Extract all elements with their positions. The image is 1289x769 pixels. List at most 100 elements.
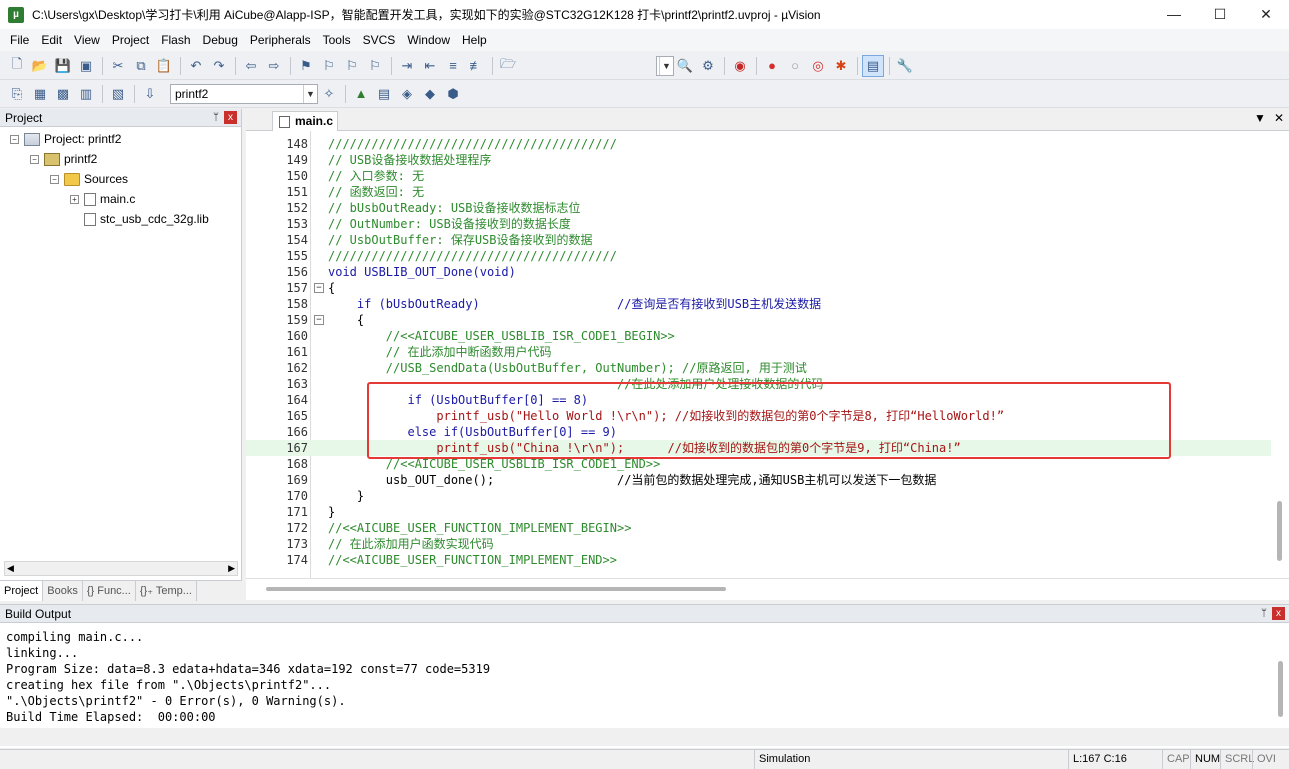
target-select[interactable]: printf2 ▼ [170,83,318,104]
clear-bookmarks-icon[interactable]: ⚐ [364,55,386,77]
disable-all-breakpoints-icon[interactable]: ◎ [807,55,829,77]
unindent-icon[interactable]: ⇤ [419,55,441,77]
collapse-icon[interactable]: − [30,154,39,164]
tree-item-label: stc_usb_cdc_32g.lib [100,212,209,226]
find-icon[interactable]: 🔍 [674,55,696,77]
menu-window[interactable]: Window [401,29,456,51]
scrollbar-thumb[interactable] [266,587,726,591]
code-line: 160 //<<AICUBE_USER_USBLIB_ISR_CODE1_BEG… [246,328,1286,344]
copy-icon[interactable]: ⧉ [130,55,152,77]
close-window-button[interactable]: ✕ [1243,0,1289,29]
find-in-files-icon[interactable]: 🗁 [497,55,519,77]
batch-build-icon[interactable]: ▥ [75,83,97,105]
next-bookmark-icon[interactable]: ⚐ [341,55,363,77]
navigate-forward-icon[interactable]: ⇨ [263,55,285,77]
tab-main-c[interactable]: main.c [272,111,338,131]
collapse-icon[interactable]: − [10,134,19,144]
tree-item-lib[interactable]: stc_usb_cdc_32g.lib [84,209,209,229]
project-hscrollbar[interactable]: ◀ ▶ [4,561,238,576]
editor-hscrollbar[interactable] [246,578,1289,600]
editor-vscrollbar[interactable] [1271,131,1289,578]
download-icon[interactable]: ⇩ [139,83,161,105]
scrollbar-thumb[interactable] [1277,501,1282,561]
redo-icon[interactable]: ↷ [208,55,230,77]
save-icon[interactable]: 💾 [52,55,74,77]
menu-project[interactable]: Project [106,29,155,51]
scroll-right-icon[interactable]: ▶ [228,563,235,574]
scrollbar-thumb[interactable] [1278,661,1283,717]
fold-collapse-icon[interactable]: − [314,283,324,293]
find-combo[interactable]: ▼ [656,55,674,76]
translate-icon[interactable]: ⎘ [6,83,28,105]
menu-tools[interactable]: Tools [317,29,357,51]
pin-icon[interactable]: ᛘ [213,109,219,127]
maximize-button[interactable]: ☐ [1197,0,1243,29]
pack-installer-icon[interactable]: ⬢ [442,83,464,105]
close-icon[interactable]: x [1272,607,1285,620]
tab-books[interactable]: Books [43,581,83,601]
tree-item-project[interactable]: − Project: printf2 [10,129,121,149]
menu-debug[interactable]: Debug [197,29,244,51]
open-file-icon[interactable]: 📂 [29,55,51,77]
manage-run-time-icon[interactable]: ◈ [396,83,418,105]
undo-icon[interactable]: ↶ [185,55,207,77]
manage-components-icon[interactable]: ▲ [350,83,372,105]
line-number: 148 [286,137,308,151]
tab-menu-icon[interactable]: ▼ [1254,111,1266,125]
prev-bookmark-icon[interactable]: ⚐ [318,55,340,77]
menu-flash[interactable]: Flash [155,29,196,51]
code-editor[interactable]: 148 /////////////////////////////////////… [246,131,1289,578]
tab-functions[interactable]: {} Func... [83,581,136,601]
menu-svcs[interactable]: SVCS [357,29,402,51]
code-line: 153 // OutNumber: USB设备接收到的数据长度 [246,216,1286,232]
kill-all-breakpoints-icon[interactable]: ✱ [830,55,852,77]
target-options-icon[interactable]: ✧ [318,83,340,105]
uncomment-icon[interactable]: ≢ [465,55,487,77]
toolbar-separator [889,56,890,75]
fold-collapse-icon[interactable]: − [314,315,324,325]
debug-session-icon[interactable]: ◉ [729,55,751,77]
pin-icon[interactable]: ᛘ [1261,605,1267,623]
cut-icon[interactable]: ✂ [107,55,129,77]
build-output-header: Build Output ᛘ x [0,605,1289,623]
incremental-find-icon[interactable]: ⚙ [697,55,719,77]
tab-templates[interactable]: {}₊ Temp... [136,581,197,601]
close-icon[interactable]: x [224,111,237,124]
indent-icon[interactable]: ⇥ [396,55,418,77]
bookmark-icon[interactable]: ⚑ [295,55,317,77]
build-output-hscrollbar[interactable] [0,728,1289,746]
code-line: 157−{ [246,280,1286,296]
select-packs-icon[interactable]: ◆ [419,83,441,105]
rebuild-icon[interactable]: ▩ [52,83,74,105]
new-file-icon[interactable]: 🗋 [6,55,28,77]
disable-breakpoint-icon[interactable]: ○ [784,55,806,77]
menu-peripherals[interactable]: Peripherals [244,29,317,51]
stop-build-icon[interactable]: ▧ [107,83,129,105]
expand-icon[interactable]: + [70,194,79,204]
save-all-icon[interactable]: ▣ [75,55,97,77]
minimize-button[interactable]: — [1151,0,1197,29]
build-icon[interactable]: ▦ [29,83,51,105]
build-toolbar: ⎘ ▦ ▩ ▥ ▧ ⇩ printf2 ▼ ✧ ▲ ▤ ◈ ◆ ⬢ [0,80,1289,108]
breakpoint-icon[interactable]: ● [761,55,783,77]
tree-item-sources[interactable]: − Sources [50,169,128,189]
menu-view[interactable]: View [68,29,106,51]
code-line: 151 // 函数返回: 无 [246,184,1286,200]
comment-icon[interactable]: ≡ [442,55,464,77]
collapse-icon[interactable]: − [50,174,59,184]
menu-edit[interactable]: Edit [35,29,68,51]
tree-item-target[interactable]: − printf2 [30,149,97,169]
window-layout-icon[interactable]: ▤ [862,54,884,77]
tree-item-main-c[interactable]: + main.c [70,189,135,209]
status-ovr: OVI [1252,750,1289,769]
close-tab-icon[interactable]: ✕ [1274,111,1284,125]
code-text: //////////////////////////////////////// [328,249,617,263]
file-extensions-icon[interactable]: ▤ [373,83,395,105]
menu-file[interactable]: File [4,29,35,51]
paste-icon[interactable]: 📋 [153,55,175,77]
scroll-left-icon[interactable]: ◀ [7,563,14,574]
navigate-back-icon[interactable]: ⇦ [240,55,262,77]
menu-help[interactable]: Help [456,29,493,51]
configure-icon[interactable]: 🔧 [894,55,916,77]
tab-project[interactable]: Project [0,581,44,601]
